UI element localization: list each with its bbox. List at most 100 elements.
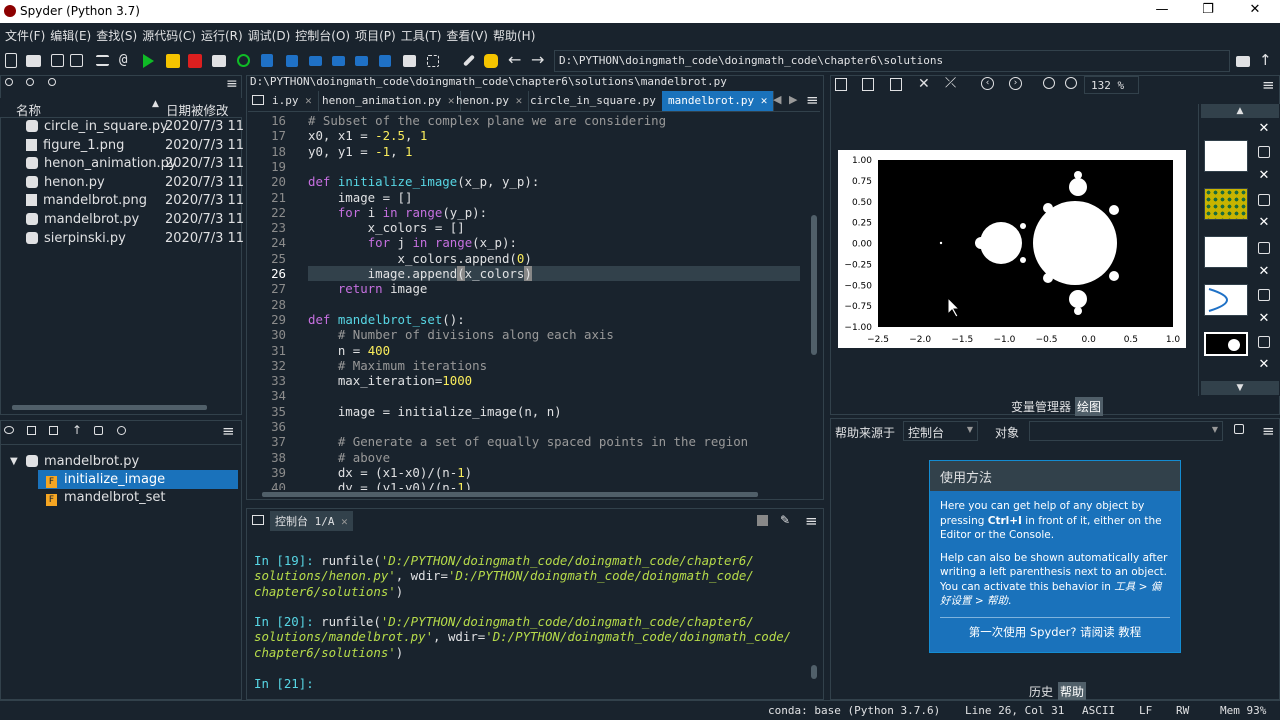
file-row[interactable]: figure_1.png 2020/7/3 11 <box>0 138 244 157</box>
tab-plots[interactable]: 绘图 <box>1075 397 1104 416</box>
code-editor[interactable]: 16 17 18 19 20 21 22 23 24 25 26 27 28 29 30 31 32 33 34 35… <box>248 113 820 490</box>
collapse-all-icon[interactable] <box>27 426 36 435</box>
plot-thumbnail-4[interactable] <box>1204 284 1248 316</box>
menu-run[interactable]: 运行(R) <box>200 27 244 44</box>
editor-tab-mandelbrot[interactable]: mandelbrot.py ✕ <box>662 91 775 111</box>
help-tutorial-link[interactable]: 第一次使用 Spyder? 请阅读 教程 <box>940 616 1170 640</box>
zoom-in-icon[interactable] <box>1065 77 1077 89</box>
forward-arrow-icon[interactable]: → <box>531 50 549 69</box>
thumb-save-icon[interactable] <box>1258 242 1270 254</box>
step-icon[interactable] <box>286 55 298 67</box>
step-into-icon[interactable] <box>309 56 322 66</box>
files-options-menu-icon[interactable]: ≡ <box>226 76 238 92</box>
remove-all-plots-icon[interactable]: ⤫ <box>945 75 956 91</box>
sync-icon[interactable] <box>4 426 14 434</box>
close-window-button[interactable]: ✕ <box>1240 2 1270 20</box>
menu-debug[interactable]: 调试(D) <box>247 27 292 44</box>
back-icon[interactable] <box>5 78 13 86</box>
browse-directory-icon[interactable] <box>1236 56 1250 67</box>
thumb-close-icon[interactable]: ✕ <box>1258 216 1270 229</box>
run-icon[interactable] <box>143 54 154 68</box>
save-icon[interactable] <box>51 54 64 67</box>
expand-all-icon[interactable] <box>49 426 58 435</box>
debug-icon[interactable] <box>261 54 273 67</box>
outline-options-menu-icon[interactable]: ≡ <box>222 422 235 440</box>
copy-plot-icon[interactable] <box>890 78 902 91</box>
menu-source[interactable]: 源代码(C) <box>141 27 197 44</box>
menu-consoles[interactable]: 控制台(O) <box>294 27 351 44</box>
plot-thumbnail-1[interactable] <box>1204 140 1248 172</box>
editor-tab-i-py[interactable]: i.py ✕ <box>266 91 319 111</box>
file-row[interactable]: circle_in_square.py 2020/7/3 11 <box>0 119 244 138</box>
continue-icon[interactable] <box>355 56 368 66</box>
tab-scroll-right-icon[interactable]: ▶ <box>789 93 797 106</box>
thumb-save-icon[interactable] <box>1258 194 1270 206</box>
thumb-scroll-up-icon[interactable]: ▲ <box>1201 104 1279 118</box>
menu-file[interactable]: 文件(F) <box>4 27 46 44</box>
close-console-icon[interactable]: ✕ <box>341 515 348 528</box>
zoom-out-icon[interactable] <box>1043 77 1055 89</box>
menu-help[interactable]: 帮助(H) <box>492 27 536 44</box>
forward-icon[interactable] <box>26 78 34 86</box>
file-row[interactable]: henon.py 2020/7/3 11 <box>0 175 244 194</box>
editor-tab-circle-in-square[interactable]: circle_in_square.py ✕ <box>524 91 677 111</box>
thumb-close-icon[interactable]: ✕ <box>1258 312 1270 325</box>
close-tab-icon[interactable]: ✕ <box>516 94 523 107</box>
tab-help[interactable]: 帮助 <box>1058 682 1087 701</box>
menu-search[interactable]: 查找(S) <box>95 27 138 44</box>
plot-thumbnail-2[interactable] <box>1204 188 1248 220</box>
previous-plot-icon[interactable]: ‹ <box>981 77 994 90</box>
files-hscrollbar[interactable] <box>12 405 207 410</box>
outline-item-mandelbrot-set[interactable]: Fmandelbrot_set <box>46 490 165 506</box>
editor-vscrollbar[interactable] <box>811 215 817 355</box>
menu-projects[interactable]: 项目(P) <box>354 27 397 44</box>
menu-tools[interactable]: 工具(T) <box>400 27 443 44</box>
save-all-plots-icon[interactable] <box>862 78 874 91</box>
rerun-icon[interactable] <box>237 54 250 67</box>
help-source-select[interactable]: 控制台 ▼ <box>903 421 978 441</box>
thumb-save-icon[interactable] <box>1258 336 1270 348</box>
help-object-input[interactable]: ▼ <box>1029 421 1223 441</box>
plots-options-menu-icon[interactable]: ≡ <box>1262 76 1275 94</box>
outline-item-initialize-image[interactable]: Finitialize_image <box>46 472 165 488</box>
console-tab[interactable]: 控制台 1/A ✕ <box>270 511 353 531</box>
editor-hscrollbar[interactable] <box>262 492 758 497</box>
tab-history[interactable]: 历史 <box>1027 682 1055 701</box>
maximize-pane-icon[interactable] <box>403 55 416 67</box>
editor-tab-henon[interactable]: henon.py ✕ <box>450 91 530 111</box>
thumb-save-icon[interactable] <box>1258 146 1270 158</box>
ipython-console[interactable]: In [19]: runfile('D:/PYTHON/doingmath_co… <box>248 530 820 700</box>
file-row[interactable]: henon_animation.py 2020/7/3 11 <box>0 156 244 175</box>
stop-debug-icon[interactable] <box>379 55 391 67</box>
editor-options-menu-icon[interactable]: ≡ <box>806 91 819 109</box>
interrupt-kernel-icon[interactable] <box>757 515 768 526</box>
maximize-button[interactable]: ❐ <box>1193 2 1223 20</box>
at-icon[interactable]: @ <box>119 52 137 70</box>
lock-icon[interactable] <box>1234 424 1244 434</box>
list-icon[interactable] <box>96 55 109 66</box>
remove-plot-icon[interactable]: ✕ <box>918 76 930 92</box>
plot-thumbnail-5-active[interactable] <box>1204 332 1248 356</box>
tab-scroll-left-icon[interactable]: ◀ <box>773 93 781 106</box>
thumb-close-icon[interactable]: ✕ <box>1258 122 1270 135</box>
close-tab-icon[interactable]: ✕ <box>305 94 312 107</box>
show-comments-icon[interactable] <box>117 426 126 435</box>
working-directory-combo[interactable]: D:\PYTHON\doingmath_code\doingmath_code\… <box>554 50 1230 72</box>
back-arrow-icon[interactable]: ← <box>508 50 526 69</box>
thumb-save-icon[interactable] <box>1258 289 1270 301</box>
plot-thumbnail-3[interactable] <box>1204 236 1248 268</box>
file-row[interactable]: mandelbrot.png 2020/7/3 11 <box>0 193 244 212</box>
col-date-header[interactable]: 日期被修改 <box>166 100 229 119</box>
fullscreen-icon[interactable] <box>427 55 439 67</box>
console-vscrollbar[interactable] <box>811 665 817 679</box>
col-name-header[interactable]: 名称 <box>16 100 41 119</box>
up-icon[interactable] <box>48 78 56 86</box>
console-options-menu-icon[interactable]: ≡ <box>805 512 818 530</box>
restore-icon[interactable] <box>94 426 103 435</box>
parent-directory-icon[interactable]: ↑ <box>1259 51 1277 69</box>
tab-variable-explorer[interactable]: 变量管理器 <box>1009 397 1073 416</box>
step-return-icon[interactable] <box>332 56 345 66</box>
thumb-scroll-down-icon[interactable]: ▼ <box>1201 381 1279 395</box>
go-up-icon[interactable]: ↑ <box>72 423 82 437</box>
run-selection-icon[interactable] <box>212 55 226 67</box>
